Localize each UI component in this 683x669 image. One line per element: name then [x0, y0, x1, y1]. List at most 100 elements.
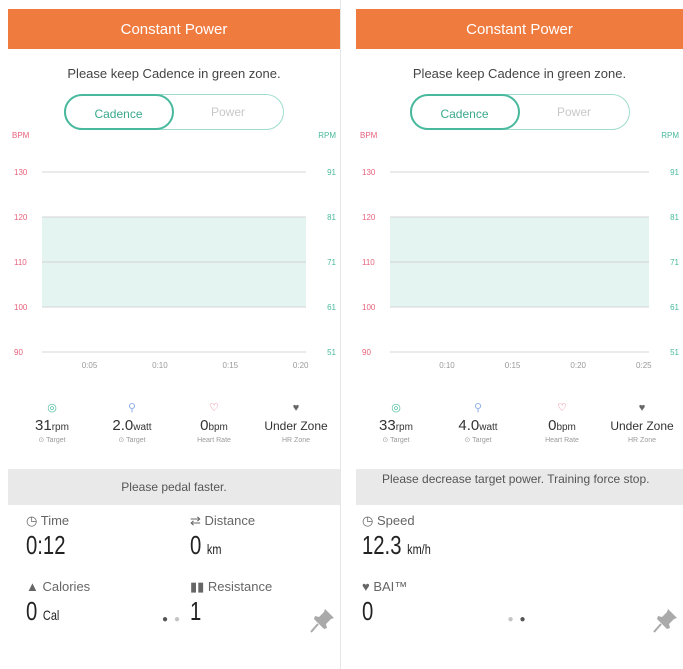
stat-cadence: ◎ 31rpm ⊙ Target [12, 400, 92, 446]
time-tick-label: 0:05 [82, 361, 98, 370]
stat-hr-zone: ♥ Under Zone HR Zone [256, 400, 336, 446]
left-axis-label: BPM [360, 131, 378, 140]
stat-label: Heart Rate [545, 437, 579, 444]
instruction-text: Please keep Cadence in green zone. [67, 66, 281, 81]
pin-icon: ⚲ [127, 402, 137, 414]
stat-label: ⊙ Target [382, 437, 410, 444]
left-axis-label: BPM [12, 131, 30, 140]
chart-mode-toggle[interactable]: Cadence Power [63, 93, 284, 130]
resistance-icon: ▮▮ [190, 579, 208, 594]
page-title: Constant Power [356, 9, 683, 49]
bpm-tick-label: 90 [14, 348, 23, 357]
page-dot-2[interactable]: ● [520, 614, 532, 625]
pin-icon: ⚲ [473, 402, 483, 414]
instruction-text: Please keep Cadence in green zone. [412, 66, 627, 81]
metric-label: Time [40, 513, 70, 528]
metric-unit: km [206, 541, 222, 557]
bpm-tick-label: 120 [14, 213, 28, 222]
stat-value: 4.0 [458, 417, 480, 434]
stat-value: 33 [379, 417, 396, 434]
pushpin-icon[interactable] [653, 607, 679, 633]
heart-icon: ♡ [557, 402, 567, 414]
bpm-tick-label: 110 [362, 258, 375, 267]
toggle-cadence[interactable]: Cadence [63, 93, 174, 130]
toggle-power[interactable]: Power [519, 94, 629, 130]
target-icon: ◎ [391, 402, 401, 414]
rpm-tick-label: 81 [670, 213, 679, 222]
stat-value: Under Zone [610, 419, 674, 433]
screen-divider [340, 0, 356, 669]
toggle-power[interactable]: Power [173, 94, 283, 130]
stats-row: ◎ 31rpm ⊙ Target ⚲ 2.0watt ⊙ Target ♡ 0b… [8, 400, 340, 462]
rpm-tick-label: 61 [670, 303, 679, 312]
message-bar: Please decrease target power. Training f… [356, 469, 683, 505]
bpm-tick-label: 130 [362, 168, 376, 177]
time-tick-label: 0:15 [223, 361, 239, 370]
target-icon: ◎ [47, 402, 57, 414]
rpm-tick-label: 61 [327, 303, 336, 312]
rpm-tick-label: 71 [670, 258, 679, 267]
right-axis-label: RPM [318, 131, 336, 140]
stat-unit: bpm [556, 422, 576, 433]
stat-heart-rate: ♡ 0bpm Heart Rate [522, 400, 602, 446]
stat-label: HR Zone [281, 437, 310, 444]
bpm-tick-label: 120 [362, 213, 376, 222]
stat-label: HR Zone [627, 437, 656, 444]
stats-row: ◎ 33rpm ⊙ Target ⚲ 4.0watt ⊙ Target ♡ 0b… [356, 400, 683, 462]
speedometer-icon: ◷ [362, 513, 377, 528]
page-dot-1[interactable]: ● [507, 614, 519, 625]
stat-value: Under Zone [264, 419, 328, 433]
heart-zone-icon: ♥ [292, 402, 300, 414]
stat-cadence: ◎ 33rpm ⊙ Target [356, 400, 436, 446]
time-tick-label: 0:15 [505, 361, 521, 370]
rpm-tick-label: 91 [670, 168, 679, 177]
stat-label: ⊙ Target [464, 437, 492, 444]
stat-value: 31 [35, 417, 52, 434]
clock-icon: ◷ [26, 513, 41, 528]
cadence-chart: BPM RPM 130 91 120 81 110 71 100 61 90 51 0:10 0:15 0:… [360, 131, 680, 370]
page-dot-1[interactable]: ● [162, 614, 174, 625]
metric-label: Speed [376, 513, 415, 528]
rpm-tick-label: 81 [327, 213, 336, 222]
page-dot-2[interactable]: ● [174, 614, 186, 625]
rpm-tick-label: 91 [327, 168, 336, 177]
page-title: Constant Power [8, 9, 340, 49]
bpm-tick-label: 90 [362, 348, 371, 357]
chart-mode-toggle[interactable]: Cadence Power [409, 93, 630, 130]
stat-value: 2.0 [112, 417, 134, 434]
stat-unit: watt [133, 422, 152, 433]
left-screen: Constant Power Please keep Cadence in gr… [8, 0, 340, 669]
metric-unit: km/h [407, 541, 431, 557]
metric-label: BAI™ [373, 579, 408, 594]
time-tick-label: 0:20 [293, 361, 309, 370]
pushpin-icon[interactable] [310, 607, 336, 633]
stat-unit: bpm [208, 422, 228, 433]
page-indicator: ●● [356, 614, 683, 625]
rpm-tick-label: 71 [327, 258, 336, 267]
stat-unit: watt [479, 422, 498, 433]
rpm-tick-label: 51 [670, 348, 679, 357]
bpm-tick-label: 100 [362, 303, 376, 312]
right-screen: Constant Power Please keep Cadence in gr… [356, 0, 683, 669]
message-bar: Please pedal faster. [8, 469, 340, 505]
time-tick-label: 0:25 [636, 361, 652, 370]
bpm-tick-label: 130 [14, 168, 28, 177]
stat-power: ⚲ 4.0watt ⊙ Target [438, 400, 518, 446]
time-tick-label: 0:10 [439, 361, 455, 370]
metric-value: 0:12 [26, 530, 66, 560]
stat-power: ⚲ 2.0watt ⊙ Target [92, 400, 172, 446]
right-axis-label: RPM [661, 131, 679, 140]
toggle-cadence[interactable]: Cadence [409, 93, 520, 130]
time-tick-label: 0:20 [570, 361, 586, 370]
heart-icon: ♡ [209, 402, 219, 414]
stat-label: ⊙ Target [38, 437, 66, 444]
heart-zone-icon: ♥ [638, 402, 646, 414]
bai-icon: ♥ [362, 579, 374, 594]
page-indicator: ●● [8, 614, 340, 625]
metric-time: ◷ Time 0:12 [26, 512, 77, 560]
metric-label: Resistance [207, 579, 273, 594]
flame-icon: ▲ [26, 579, 43, 594]
stat-heart-rate: ♡ 0bpm Heart Rate [174, 400, 254, 446]
metric-label: Distance [204, 513, 256, 528]
stat-unit: rpm [395, 422, 413, 433]
